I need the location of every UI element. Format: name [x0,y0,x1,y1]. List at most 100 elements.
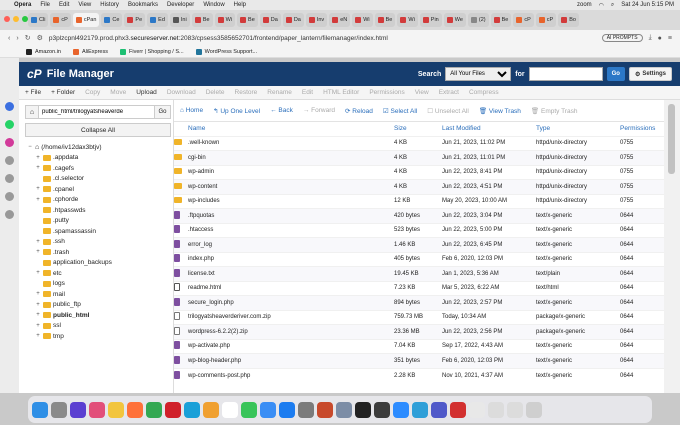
table-row[interactable]: wp-comments-post.php 2.28 KB Nov 10, 2021,… [174,367,664,383]
dock-trash-icon[interactable] [526,401,542,418]
browser-tab[interactable]: Inv [305,13,328,27]
tree-item[interactable]: .htpasswds [27,205,173,216]
menu-file[interactable]: File [40,2,50,8]
tree-item[interactable]: + .trash [27,247,173,258]
browser-tab[interactable]: Ini [169,13,190,27]
dock-firefox-icon[interactable] [127,401,143,418]
view-button[interactable]: View [415,89,429,96]
dock-notes-icon[interactable] [108,401,124,418]
table-row[interactable]: license.txt 19.45 KB Jan 1, 2023, 5:36 AM t… [174,266,664,281]
file-name[interactable]: index.php [188,251,394,267]
browser-tab[interactable]: cPan [72,13,100,27]
browser-tab[interactable]: Be [191,13,213,27]
file-name[interactable]: wp-includes [188,193,394,209]
browser-tab[interactable]: Pe [124,13,146,27]
tree-item[interactable]: + mail [27,289,173,300]
file-name[interactable]: license.txt [188,266,394,281]
tree-item[interactable]: application_backups [27,258,173,269]
pinboard-icon[interactable] [5,192,14,201]
search-go-button[interactable]: Go [606,67,625,81]
vertical-scrollbar[interactable] [664,100,680,393]
tree-item[interactable]: + ssl [27,321,173,332]
table-row[interactable]: wp-admin 4 KB Jun 22, 2023, 8:41 PM httpd/u… [174,164,664,180]
extract-button[interactable]: Extract [439,89,459,96]
menu-window[interactable]: Window [203,2,224,8]
browser-tab[interactable]: Da [282,13,304,27]
bookmark-item[interactable]: Amazon.in [26,48,61,55]
dock-photos-icon[interactable] [203,401,219,418]
dock-system-settings-icon[interactable] [298,401,314,418]
bookmark-item[interactable]: AliExpress [73,48,108,55]
unselect-all-button[interactable]: ☐ Unselect All [427,107,469,115]
dock-siri-icon[interactable] [70,401,86,418]
tree-toggle-icon[interactable]: + [35,249,41,255]
dock-downloads-icon[interactable] [469,401,485,418]
dock-zoom-icon[interactable] [393,401,409,418]
table-row[interactable]: wp-activate.php 7.04 KB Sep 17, 2022, 4:43… [174,338,664,354]
dock-quicktime-icon[interactable] [374,401,390,418]
home-button[interactable]: ⌂ Home [180,107,203,114]
column-header-name[interactable]: Name [188,122,394,136]
tree-item[interactable]: + public_html [27,310,173,321]
tree-toggle-icon[interactable]: + [35,323,41,329]
tree-item[interactable]: + .cpanel [27,184,173,195]
bookmark-item[interactable]: Fiverr | Shopping / S... [119,48,184,55]
browser-tab[interactable]: Ce [101,13,123,27]
file-name[interactable]: cgi-bin [188,150,394,165]
table-row[interactable]: secure_login.php 894 bytes Jun 22, 2023, 2… [174,295,664,310]
bookmark-item[interactable]: WordPress Support... [195,48,257,55]
menu-view[interactable]: View [78,2,91,8]
zoom-status[interactable]: zoom [577,2,592,8]
dock-mail-icon[interactable] [260,401,276,418]
path-go-button[interactable]: Go [155,105,171,119]
table-row[interactable]: readme.html 7.23 KB Mar 5, 2023, 6:22 AM te… [174,280,664,296]
reload-icon[interactable]: ↻ [25,34,31,42]
site-info-icon[interactable]: ⚙ [37,34,43,42]
upload-button[interactable]: Upload [136,89,157,96]
tree-item[interactable]: .cl.selector [27,174,173,185]
file-button[interactable]: + File [25,89,41,96]
table-row[interactable]: error_log 1.46 KB Jun 22, 2023, 6:45 PM tex… [174,237,664,252]
tree-item[interactable]: + .cagefs [27,163,173,174]
dock-window-2-icon[interactable] [507,401,523,418]
file-name[interactable]: wp-content [188,179,394,194]
table-row[interactable]: index.php 405 bytes Feb 6, 2020, 12:03 PM t… [174,251,664,267]
forward-button[interactable]: → Forward [303,107,335,114]
browser-tab[interactable]: Da [259,13,281,27]
browser-tab[interactable]: cP [50,13,71,27]
tree-item[interactable]: + .cphorde [27,195,173,206]
messenger-icon[interactable] [5,102,14,111]
dock-preview-icon[interactable] [336,401,352,418]
download-icon[interactable]: ⤓ [649,34,652,42]
tree-toggle-icon[interactable]: + [35,302,41,308]
tree-toggle-icon[interactable]: + [35,239,41,245]
home-icon[interactable]: ⌂ [25,105,39,119]
table-row[interactable]: wp-blog-header.php 351 bytes Feb 6, 2020, … [174,353,664,368]
search-icon[interactable]: ⌕ [611,2,614,9]
menu-history[interactable]: History [100,2,119,8]
tree-item[interactable]: .spamassassin [27,226,173,237]
browser-tab[interactable]: Wi [352,13,373,27]
table-row[interactable]: .htaccess 523 bytes Jun 22, 2023, 5:00 PM t… [174,222,664,238]
file-name[interactable]: secure_login.php [188,295,394,310]
copy-button[interactable]: Copy [85,89,100,96]
table-row[interactable]: wordpress-6.2.2(2).zip 23.36 MB Jun 22, 20… [174,324,664,339]
wifi-icon[interactable]: ◠ [599,2,604,9]
browser-tab[interactable]: Be [374,13,396,27]
download-button[interactable]: Download [167,89,196,96]
settings-button[interactable]: ⚙ Settings [628,67,672,81]
column-header-type[interactable]: Type [536,122,620,136]
menu-icon[interactable]: ≡ [668,35,672,42]
column-header-permissions[interactable]: Permissions [620,122,664,136]
dock-launchpad-icon[interactable] [51,401,67,418]
file-name[interactable]: error_log [188,237,394,252]
reload-button[interactable]: ⟳ Reload [345,107,373,115]
tree-toggle-icon[interactable]: + [35,186,41,192]
file-name[interactable]: wp-comments-post.php [188,367,394,383]
collapse-all-button[interactable]: Collapse All [25,123,171,137]
file-name[interactable]: .ftpquotas [188,208,394,223]
table-row[interactable]: wp-includes 12 KB May 20, 2023, 10:00 AM ht… [174,193,664,209]
clock[interactable]: Sat 24 Jun 5:15 PM [621,2,674,8]
table-row[interactable]: trilogyatsheaverderiver.com.zip 759.73 MB… [174,309,664,325]
dock-app-2-icon[interactable] [412,401,428,418]
